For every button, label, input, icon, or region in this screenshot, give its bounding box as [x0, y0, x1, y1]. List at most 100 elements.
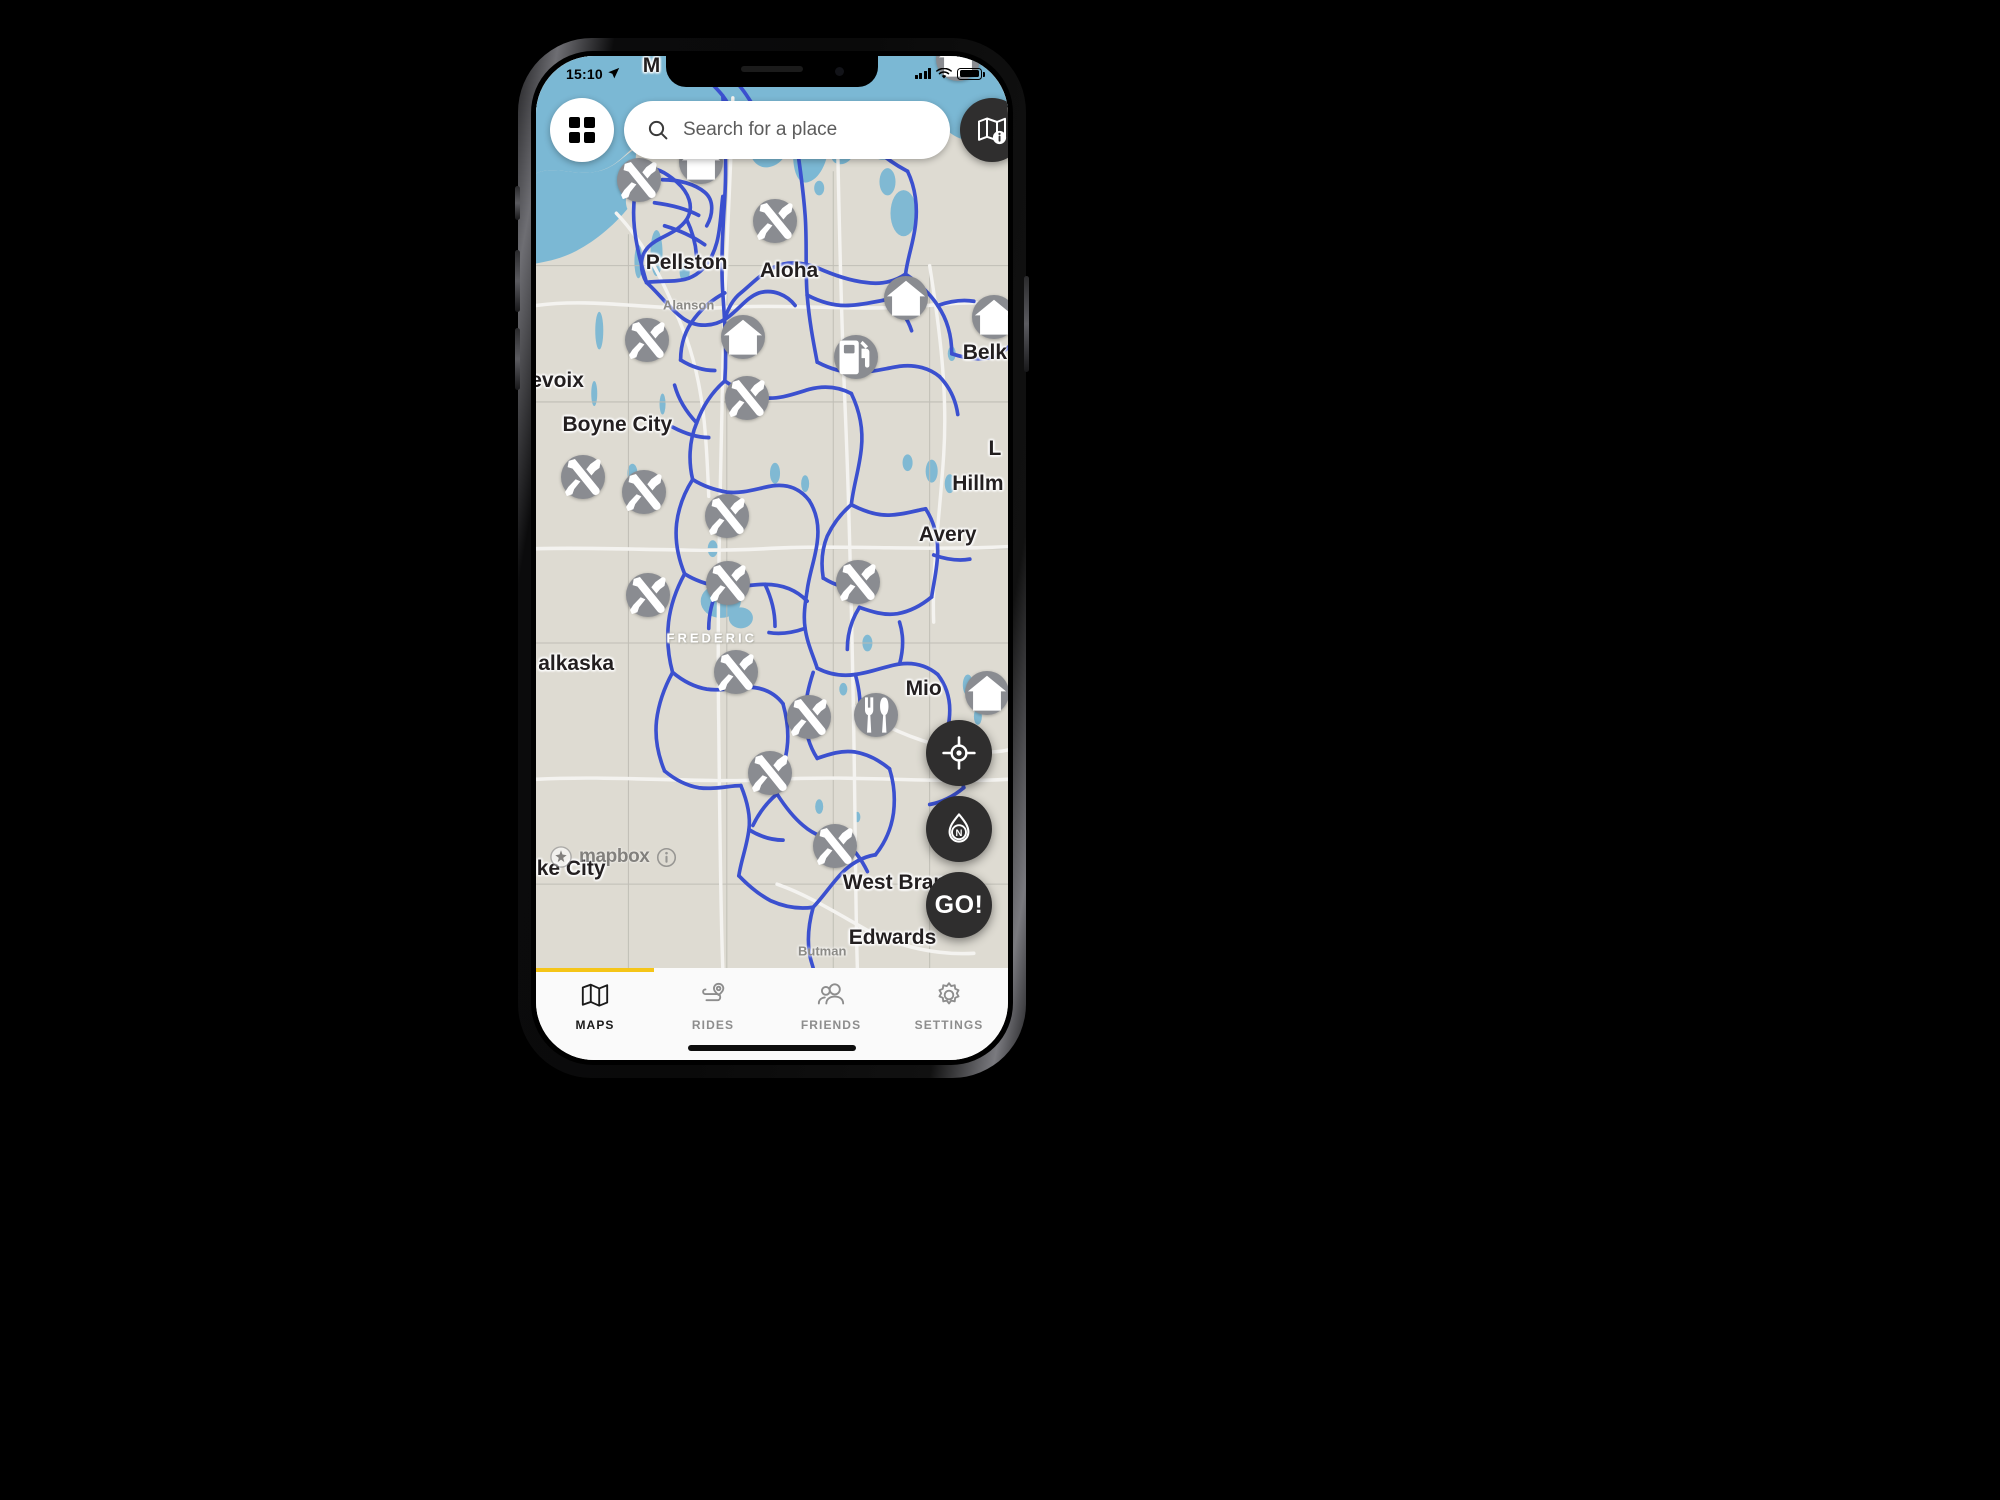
repair-icon [728, 379, 765, 417]
mapbox-logo-text: mapbox [579, 846, 650, 867]
search-bar[interactable] [624, 101, 950, 159]
map-label: evoix [536, 368, 584, 392]
map-poi-restaurant[interactable] [854, 693, 899, 738]
map-poi-lodging[interactable] [964, 671, 1008, 716]
home-indicator[interactable] [688, 1045, 856, 1051]
map-label: Butman [798, 943, 847, 959]
mapbox-attribution[interactable]: mapbox [550, 846, 677, 868]
map-poi-repair[interactable] [625, 318, 670, 363]
compass-button[interactable]: N [926, 796, 992, 862]
lodging-icon [938, 56, 977, 77]
mapbox-logo-icon [550, 846, 572, 868]
lodging-icon [886, 280, 925, 316]
map-poi-lodging[interactable] [883, 276, 928, 321]
repair-icon [708, 498, 745, 536]
map-poi-repair[interactable] [713, 650, 758, 695]
map-poi-repair[interactable] [705, 561, 750, 606]
tab-friends-label: FRIENDS [800, 1018, 862, 1032]
tab-rides-label: RIDES [691, 1018, 735, 1032]
map-poi-repair[interactable] [836, 560, 881, 605]
map-label: Alanson [662, 297, 715, 313]
people-icon [817, 983, 845, 1005]
locate-button[interactable] [926, 720, 992, 786]
grid-menu-button[interactable] [550, 98, 614, 162]
phone-bezel: M Pellston Aloha Alanson Belk evoix Boyne City… [531, 51, 1013, 1065]
map-label: Mio [905, 677, 942, 701]
repair-icon [630, 576, 667, 614]
map-poi-fuel[interactable] [834, 334, 879, 379]
svg-text:N: N [956, 828, 963, 839]
lodging-icon [967, 676, 1006, 711]
info-icon[interactable] [656, 847, 677, 868]
repair-icon [717, 654, 754, 692]
search-icon [648, 120, 668, 140]
map-label: Boyne City [562, 412, 673, 436]
repair-icon [752, 755, 788, 793]
repair-icon [629, 322, 666, 360]
phone-device-frame: M Pellston Aloha Alanson Belk evoix Boyne City… [515, 38, 1029, 1078]
repair-icon [757, 202, 793, 240]
silence-switch[interactable] [515, 186, 520, 220]
map-action-buttons: N GO! [926, 720, 992, 938]
map-poi-repair[interactable] [813, 824, 858, 869]
map-label: Edwards [848, 925, 937, 949]
map-layers-button[interactable] [960, 98, 1008, 162]
earpiece-speaker [741, 66, 803, 72]
map-label: Hillm [952, 471, 1004, 495]
map-label: alkaska [538, 651, 615, 675]
lodging-icon [974, 299, 1008, 335]
screenshot-stage: M Pellston Aloha Alanson Belk evoix Boyne City… [0, 0, 2000, 1500]
repair-icon [626, 474, 663, 512]
gear-icon [938, 982, 960, 1005]
front-camera [835, 67, 844, 76]
map-label: Avery [918, 523, 977, 547]
volume-down-button[interactable] [515, 328, 520, 390]
map-poi-repair[interactable] [617, 157, 662, 202]
map-poi-repair[interactable] [724, 375, 769, 420]
map-icon [581, 983, 609, 1007]
repair-icon [565, 459, 601, 497]
restaurant-icon [865, 697, 889, 733]
map-poi-repair[interactable] [747, 751, 792, 796]
map-top-controls [536, 98, 1008, 162]
lodging-icon [723, 319, 762, 355]
volume-up-button[interactable] [515, 250, 520, 312]
tab-maps-label: MAPS [575, 1018, 615, 1032]
map-poi-repair[interactable] [753, 198, 797, 243]
map-label: M [642, 56, 661, 78]
compass-north-icon: N [948, 813, 970, 843]
phone-screen: M Pellston Aloha Alanson Belk evoix Boyne City… [536, 56, 1008, 1060]
map-info-icon [978, 117, 1007, 145]
map-label: L [988, 437, 1002, 461]
map-label: FREDERIC [666, 630, 757, 646]
route-pin-icon [702, 982, 725, 1002]
repair-icon [791, 699, 827, 737]
repair-icon [621, 161, 658, 199]
map-poi-repair[interactable] [787, 695, 832, 740]
map-label: Pellston [645, 250, 728, 274]
search-input[interactable] [683, 119, 928, 141]
map-poi-repair[interactable] [561, 455, 606, 500]
map-poi-repair[interactable] [622, 470, 667, 515]
repair-icon [817, 828, 853, 866]
grid-menu-icon [569, 117, 595, 143]
map-poi-lodging[interactable] [935, 56, 980, 82]
fuel-icon [839, 340, 870, 375]
crosshair-icon [942, 736, 976, 770]
device-notch [666, 56, 878, 87]
go-button[interactable]: GO! [926, 872, 992, 938]
active-tab-accent-bar [536, 968, 654, 972]
map-label: Aloha [759, 258, 819, 282]
tab-settings[interactable]: SETTINGS [890, 968, 1008, 1060]
map-poi-repair[interactable] [704, 494, 749, 539]
repair-icon [709, 565, 746, 603]
map-label: Belk [962, 340, 1008, 364]
tab-settings-label: SETTINGS [914, 1018, 984, 1032]
tab-maps[interactable]: MAPS [536, 968, 654, 1060]
power-button[interactable] [1024, 276, 1029, 372]
map-poi-repair[interactable] [626, 572, 671, 617]
repair-icon [840, 564, 877, 602]
go-button-label: GO! [934, 890, 984, 919]
map-poi-lodging[interactable] [971, 295, 1008, 340]
map-poi-lodging[interactable] [720, 314, 765, 359]
